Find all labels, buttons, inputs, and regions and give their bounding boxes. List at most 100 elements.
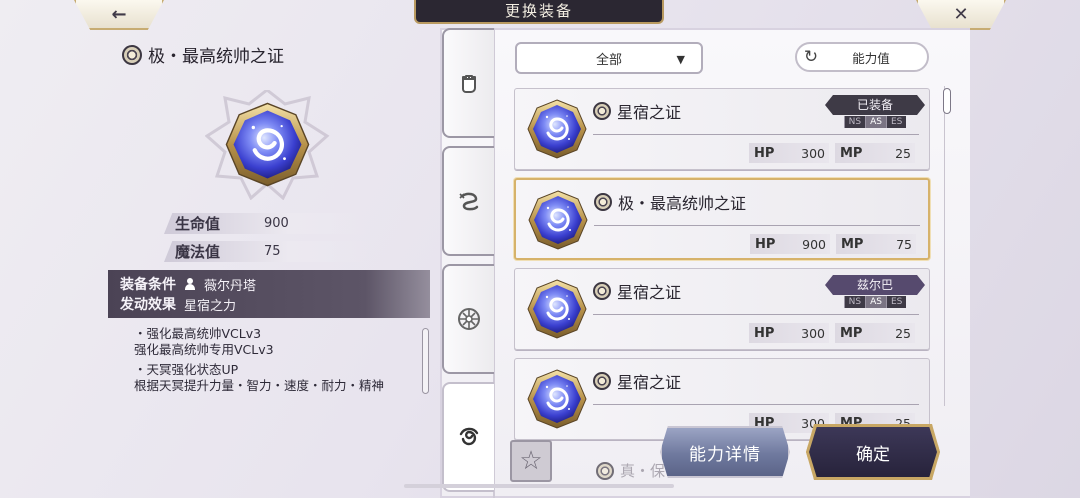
mp-label: MP [840,145,863,161]
hp-stat: HP 300 [749,143,829,163]
equipment-gem-icon [204,88,330,201]
dropdown-arrow-icon: ▼ [676,53,685,66]
swirl-icon [459,427,479,446]
card-name: 星宿之证 [617,103,682,122]
effect-item: ・强化最高统帅VCLv3 强化最高统帅专用VCLv3 [134,326,419,357]
badge-label: 兹尔巴 [825,275,925,295]
position-es: ES [885,116,907,128]
hp-value: 900 [802,236,826,252]
home-indicator [404,484,674,488]
stat-label: 魔法值 [175,243,221,261]
equipment-gem-icon [527,99,587,159]
mp-value: 75 [896,236,912,252]
tab-flower[interactable] [442,264,494,374]
effects-scrollbar[interactable] [422,328,429,394]
badge-label: 已装备 [825,95,925,115]
sort-button[interactable]: ↻ 能力值 [795,42,929,72]
owner-badge: 兹尔巴 NS AS ES [825,275,925,311]
position-ns: NS [843,116,866,128]
category-filter-select[interactable]: 全部 ▼ [515,42,703,74]
divider [593,134,919,135]
rarity-emblem-icon [593,372,611,390]
divider [593,404,919,405]
card-title: 星宿之证 [593,99,681,123]
divider [594,225,920,226]
condition-value: 薇尔丹塔 [204,278,257,294]
confirm-button[interactable]: 确定 [809,427,937,477]
hp-label: HP [755,236,776,252]
card-name: 星宿之证 [617,283,682,302]
filter-value: 全部 [595,52,622,68]
mp-stat: MP 75 [836,234,916,254]
equipped-badge: 已装备 NS AS ES [825,95,925,131]
flower-icon [458,308,480,330]
card-name: 星宿之证 [617,373,682,392]
hp-value: 300 [801,325,825,341]
mp-value: 25 [895,325,911,341]
mp-label: MP [840,325,863,341]
position-indicator: NS AS ES [825,296,925,308]
position-as: AS [865,296,886,308]
hp-stat: HP 300 [749,323,829,343]
mp-stat: MP 25 [835,323,915,343]
rarity-emblem-icon [122,44,142,65]
position-es: ES [885,296,907,308]
effect-desc: 根据天冥提升力量・智力・速度・耐力・精神 [134,377,385,393]
equipment-card-selected[interactable]: 极・最高统帅之证 HP 900 MP 75 [514,178,930,260]
card-title: 星宿之证 [593,369,681,393]
list-scroll-track[interactable] [944,86,952,406]
stat-mp-row: 魔法值 75 [164,241,372,262]
back-arrow-icon: ← [111,3,127,25]
equipment-card[interactable]: 星宿之证 兹尔巴 NS AS ES HP 300 MP 25 [514,268,930,350]
card-name: 真・保 [620,462,666,480]
equipment-name: 极・最高统帅之证 [148,47,284,67]
card-name: 极・最高统帅之证 [618,194,747,213]
tab-fist[interactable] [442,28,494,138]
equipment-gem-icon [527,369,587,429]
condition-box: 装备条件 薇尔丹塔 发动效果 星宿之力 [108,270,430,318]
position-as: AS [865,116,886,128]
fist-icon [462,75,476,93]
rarity-emblem-icon [593,102,611,120]
rarity-emblem-icon [593,282,611,300]
effect-value: 星宿之力 [184,298,237,314]
effect-title: ・天冥强化状态UP [134,362,239,377]
equipment-gem-icon [528,190,588,250]
equipment-card[interactable]: 星宿之证 已装备 NS AS ES HP 300 MP 25 [514,88,930,170]
equipment-list[interactable]: 星宿之证 已装备 NS AS ES HP 300 MP 25 极・最高统帅之证 HP… [510,80,935,480]
back-button[interactable]: ← [74,0,164,30]
condition-label: 装备条件 [120,277,176,293]
effect-description-list[interactable]: ・强化最高统帅VCLv3 强化最高统帅专用VCLv3 ・天冥强化状态UP 根据天… [134,326,419,400]
ability-detail-button[interactable]: 能力详情 [660,426,790,478]
rarity-emblem-icon [594,193,612,211]
equipment-title: 极・最高统帅之证 [122,42,284,67]
effect-title: ・强化最高统帅VCLv3 [134,326,262,341]
card-title: 极・最高统帅之证 [594,190,746,214]
position-indicator: NS AS ES [825,116,925,128]
mp-value: 25 [895,145,911,161]
list-scroll-thumb[interactable] [943,88,951,114]
page-title: 更换装备 [414,0,664,24]
stat-value: 900 [264,216,289,231]
card-title: 星宿之证 [593,279,681,303]
equipment-gem-icon [527,279,587,339]
mp-stat: MP 25 [835,143,915,163]
tab-swirl[interactable] [442,382,494,492]
tab-serpent[interactable] [442,146,494,256]
refresh-icon: ↻ [803,47,819,67]
effect-desc: 强化最高统帅专用VCLv3 [134,341,274,357]
hp-label: HP [754,325,775,341]
stat-value: 75 [264,244,281,259]
close-icon: ✕ [953,3,969,25]
hp-stat: HP 900 [750,234,830,254]
serpent-icon [459,192,479,211]
hp-value: 300 [801,145,825,161]
effect-item: ・天冥强化状态UP 根据天冥提升力量・智力・速度・耐力・精神 [134,362,419,393]
mp-label: MP [841,236,864,252]
stat-label: 生命值 [175,215,221,233]
close-button[interactable]: ✕ [916,0,1006,30]
favorite-button[interactable]: ☆ [510,440,552,482]
stat-hp-row: 生命值 900 [164,213,372,234]
hp-label: HP [754,145,775,161]
star-icon: ☆ [519,446,543,476]
